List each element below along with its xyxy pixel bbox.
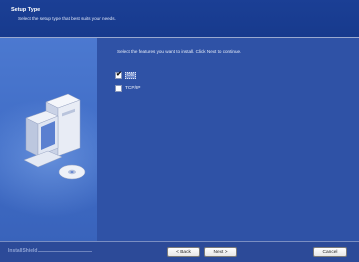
feature-item-tcpip[interactable]: TCP/IP bbox=[115, 84, 140, 92]
feature-item-os[interactable]: ✔ OS bbox=[115, 71, 136, 79]
cancel-button[interactable]: Cancel bbox=[313, 247, 347, 257]
installshield-brand: InstallShield bbox=[8, 248, 38, 254]
feature-label-os[interactable]: OS bbox=[125, 71, 136, 79]
checkbox-os[interactable]: ✔ bbox=[115, 70, 122, 79]
footer-divider bbox=[38, 251, 92, 252]
left-decoration-panel bbox=[0, 38, 97, 241]
feature-label-tcpip[interactable]: TCP/IP bbox=[125, 86, 140, 91]
features-panel: Select the features you want to install.… bbox=[97, 38, 359, 241]
installer-window: Setup Type Select the setup type that be… bbox=[0, 0, 359, 262]
checkmark-icon: ✔ bbox=[116, 70, 122, 78]
back-button[interactable]: < Back bbox=[167, 247, 200, 257]
page-subtitle: Select the setup type that best suits yo… bbox=[18, 16, 116, 21]
footer-bar: InstallShield < Back Next > Cancel bbox=[0, 241, 359, 262]
instruction-text: Select the features you want to install.… bbox=[117, 49, 242, 54]
header-banner: Setup Type Select the setup type that be… bbox=[0, 0, 359, 37]
next-button[interactable]: Next > bbox=[204, 247, 237, 257]
page-title: Setup Type bbox=[11, 7, 41, 13]
checkbox-tcpip[interactable] bbox=[115, 84, 122, 92]
computer-with-cd-icon bbox=[23, 93, 86, 180]
